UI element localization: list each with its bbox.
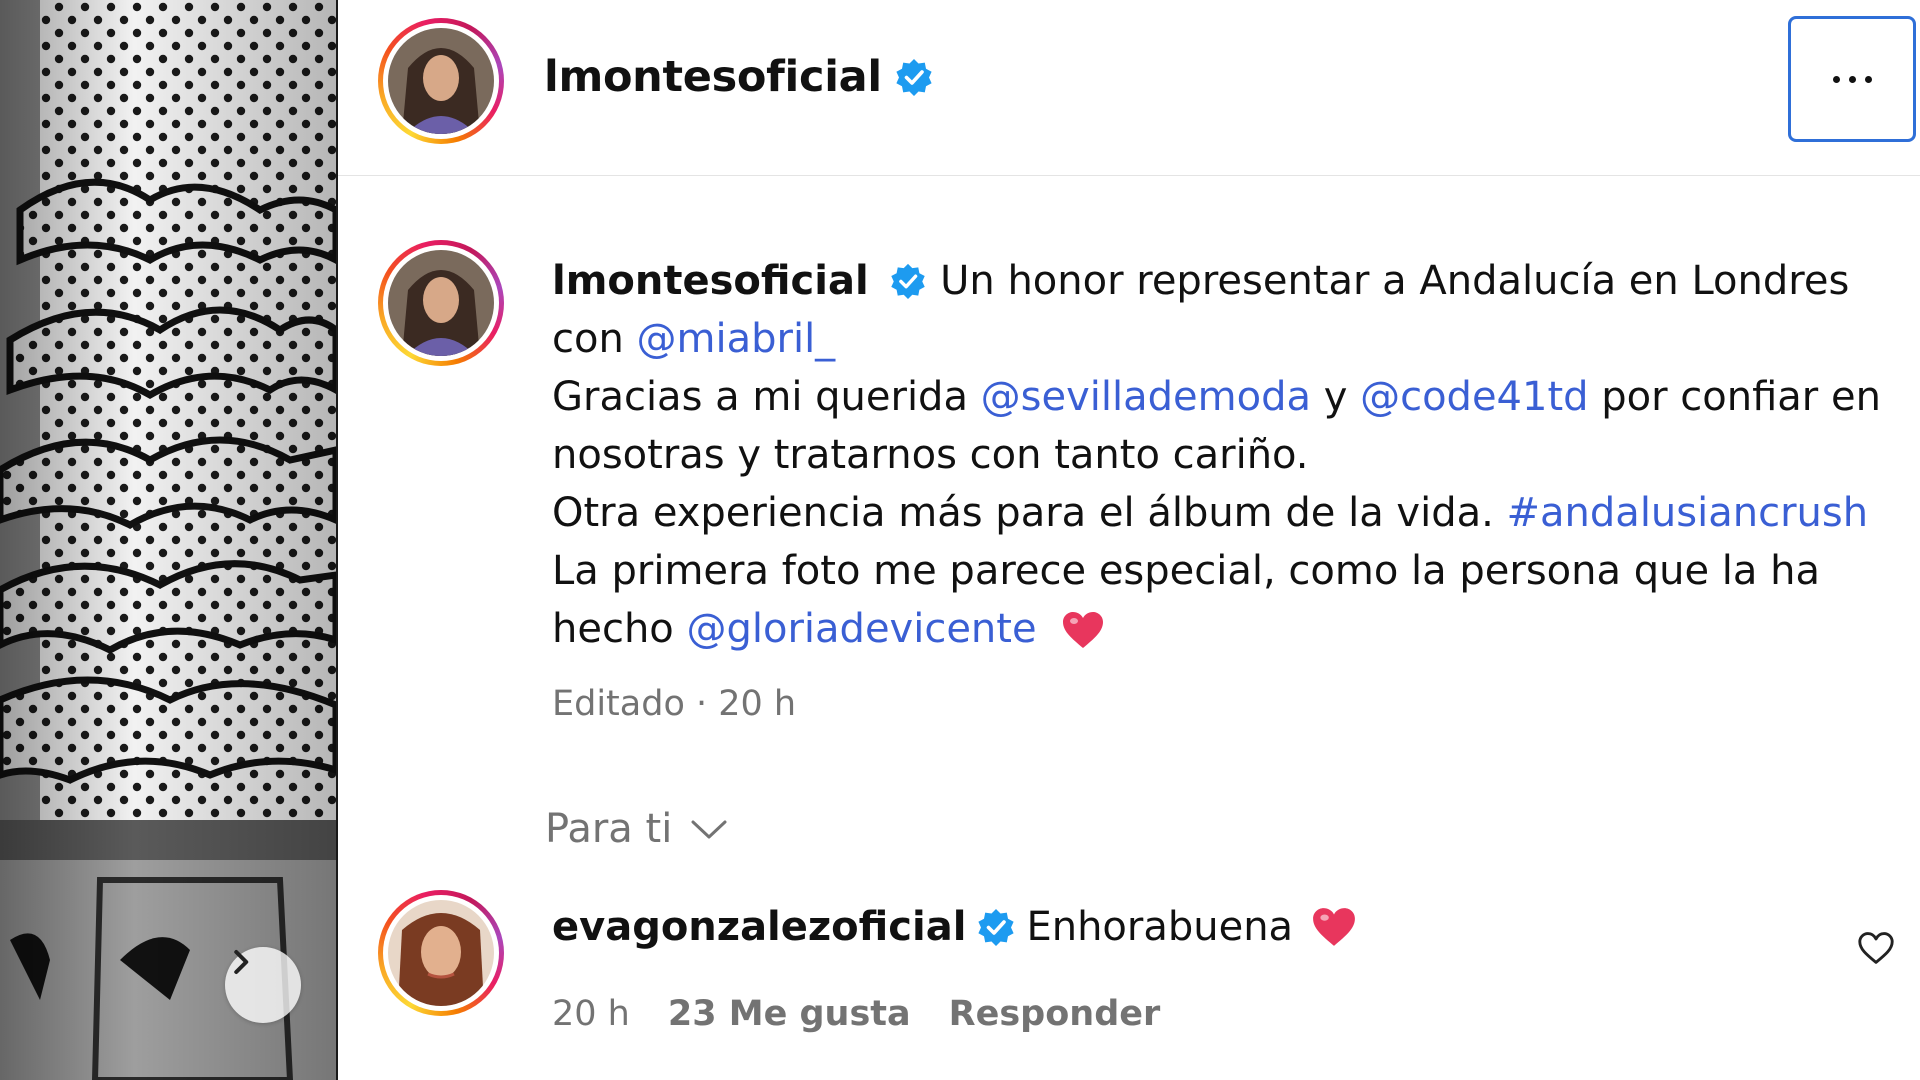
- more-options-button[interactable]: [1788, 16, 1916, 142]
- carousel-next-button[interactable]: [225, 947, 301, 1023]
- edited-label: Editado: [552, 684, 685, 724]
- comment-sort-label: Para ti: [545, 806, 673, 852]
- post-meta: Editado · 20 h: [552, 684, 796, 724]
- mention-link[interactable]: @code41td: [1360, 374, 1588, 420]
- verified-badge-icon: [891, 263, 926, 300]
- comment-sort-dropdown[interactable]: Para ti: [545, 806, 728, 852]
- meta-separator: ·: [684, 684, 719, 724]
- comment-likes-link[interactable]: 23 Me gusta: [668, 994, 911, 1034]
- comment-text: Enhorabuena: [1026, 904, 1294, 950]
- post-photo: [0, 0, 336, 1080]
- avatar: [388, 900, 494, 1006]
- heart-emoji-icon: [1063, 612, 1104, 648]
- post-caption: lmontesoficial Un honor representar a An…: [552, 252, 1892, 658]
- chevron-right-icon: [234, 950, 249, 974]
- post-time[interactable]: 20 h: [718, 684, 796, 724]
- mention-link[interactable]: @miabril_: [637, 316, 836, 362]
- verified-badge-icon: [896, 59, 932, 96]
- comment-body: evagonzalezoficial Enhorabuena: [552, 904, 1357, 950]
- comment-avatar[interactable]: [378, 890, 504, 1016]
- post-details-panel: lmontesoficial lmontesoficial Un honor r…: [338, 0, 1920, 1080]
- comment-username[interactable]: evagonzalezoficial: [552, 904, 966, 950]
- mention-link[interactable]: @sevillademoda: [981, 374, 1311, 420]
- chevron-down-icon: [691, 820, 727, 839]
- caption-text: Gracias a mi querida: [552, 374, 981, 420]
- hashtag-link[interactable]: #andalusiancrush: [1507, 490, 1869, 536]
- reply-button[interactable]: Responder: [949, 994, 1161, 1034]
- comment-time[interactable]: 20 h: [552, 994, 630, 1034]
- header-username-row: lmontesoficial: [544, 52, 934, 102]
- caption-text: y: [1310, 374, 1361, 420]
- heart-emoji-icon: [1313, 908, 1355, 946]
- caption-avatar[interactable]: [378, 240, 504, 366]
- caption-username[interactable]: lmontesoficial: [552, 258, 869, 304]
- header-username[interactable]: lmontesoficial: [544, 52, 882, 102]
- mention-link[interactable]: @gloriadevicente: [687, 606, 1037, 652]
- dress-photo-image: [0, 0, 336, 1080]
- more-horizontal-icon: [1832, 75, 1872, 83]
- verified-badge-icon: [978, 909, 1015, 946]
- caption-text: Otra experiencia más para el álbum de la…: [552, 490, 1507, 536]
- avatar: [388, 28, 494, 134]
- avatar: [388, 250, 494, 356]
- post-header: lmontesoficial: [338, 0, 1920, 176]
- comment-actions: 20 h 23 Me gusta Responder: [552, 994, 1160, 1034]
- heart-outline-icon[interactable]: [1856, 930, 1896, 966]
- header-avatar[interactable]: [378, 18, 504, 144]
